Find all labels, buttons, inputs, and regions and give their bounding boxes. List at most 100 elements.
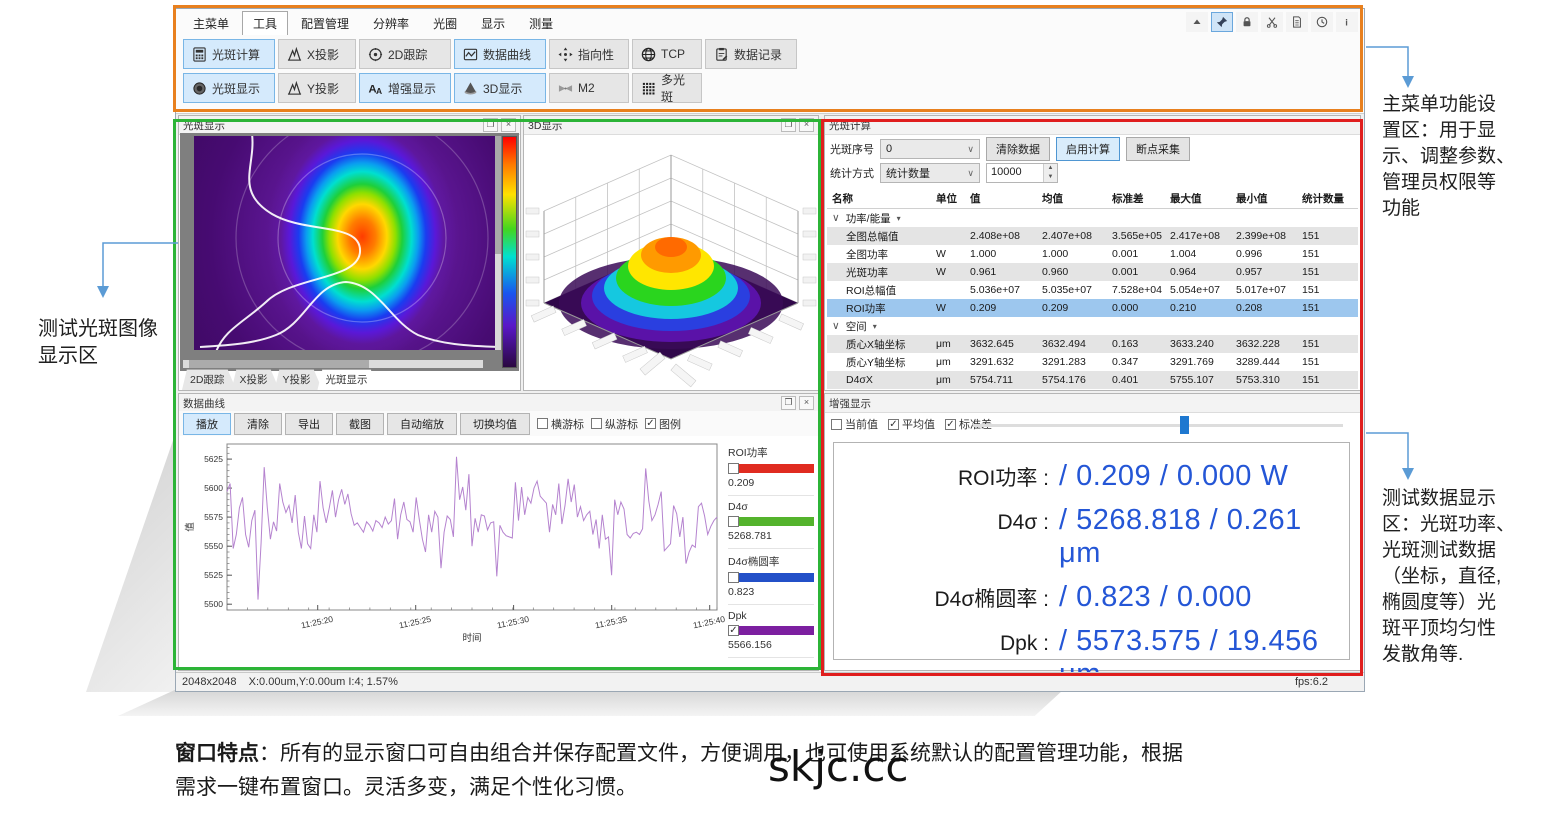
filter-icon[interactable]: ▾ bbox=[897, 214, 901, 223]
window-control-icons: i bbox=[1186, 12, 1358, 32]
menu-tab-工具[interactable]: 工具 bbox=[242, 11, 288, 36]
menu-tab-主菜单[interactable]: 主菜单 bbox=[182, 11, 240, 36]
toolbar-button-多光斑[interactable]: 多光斑 bbox=[632, 73, 702, 103]
toolbar-button-X投影[interactable]: X投影 bbox=[278, 39, 356, 69]
beam-image[interactable] bbox=[194, 136, 500, 350]
table-row-ROI功率[interactable]: ROI功率W0.2090.2090.0000.2100.208151 bbox=[827, 299, 1358, 317]
close-icon[interactable]: × bbox=[799, 118, 814, 132]
menu-tab-配置管理[interactable]: 配置管理 bbox=[290, 11, 360, 36]
info-button[interactable]: i bbox=[1336, 12, 1358, 32]
spot-seq-combobox[interactable]: 0∨ bbox=[880, 139, 980, 159]
menu-tab-strip: 主菜单工具配置管理分辨率光圈显示测量 bbox=[182, 11, 564, 36]
table-row-ROI总幅值[interactable]: ROI总幅值5.036e+075.035e+077.528e+045.054e+… bbox=[827, 281, 1358, 299]
enhanced-checkbox-当前值[interactable]: 当前值 bbox=[831, 416, 878, 432]
filter-icon[interactable]: ▾ bbox=[873, 322, 877, 331]
calc-button-断点采集[interactable]: 断点采集 bbox=[1126, 137, 1190, 161]
legend-color-bar bbox=[739, 464, 814, 473]
drop-shadow-bottom bbox=[118, 690, 1063, 716]
table-row-全图功率[interactable]: 全图功率W1.0001.0000.0011.0040.996151 bbox=[827, 245, 1358, 263]
curve-button-播放[interactable]: 播放 bbox=[183, 413, 231, 435]
toolbar-button-数据记录[interactable]: 数据记录 bbox=[705, 39, 797, 69]
restore-icon[interactable]: ❐ bbox=[781, 118, 796, 132]
checkbox-横游标[interactable] bbox=[537, 418, 548, 429]
menu-bar: 主菜单工具配置管理分辨率光圈显示测量 i bbox=[176, 9, 1364, 36]
horizontal-scrollbar[interactable] bbox=[183, 360, 483, 368]
toolbar-button-指向性[interactable]: 指向性 bbox=[549, 39, 629, 69]
restore-icon[interactable]: ❐ bbox=[483, 118, 498, 132]
cut-button[interactable] bbox=[1261, 12, 1283, 32]
curve-button-自动缩放[interactable]: 自动缩放 bbox=[387, 413, 457, 435]
toolbar-button-M2[interactable]: M2 bbox=[549, 73, 629, 103]
spot-calc-panel: 光斑计算 光斑序号 0∨ 清除数据启用计算断点采集 统计方式 统计数量∨ 100… bbox=[824, 115, 1361, 391]
menu-tab-分辨率[interactable]: 分辨率 bbox=[362, 11, 420, 36]
legend-checkbox-ROI功率[interactable] bbox=[728, 463, 739, 474]
checkbox-纵游标[interactable] bbox=[591, 418, 602, 429]
toolbar-button-增强显示[interactable]: AA增强显示 bbox=[359, 73, 451, 103]
curve-checkbox-纵游标[interactable]: 纵游标 bbox=[591, 416, 638, 432]
lock-button[interactable] bbox=[1236, 12, 1258, 32]
table-row-质心Y轴坐标[interactable]: 质心Y轴坐标μm3291.6323291.2830.3473291.769328… bbox=[827, 353, 1358, 371]
toolbar-button-光斑计算[interactable]: 光斑计算 bbox=[183, 39, 275, 69]
collapse-button[interactable] bbox=[1186, 12, 1208, 32]
toolbar-row-1: 光斑计算X投影2D跟踪数据曲线指向性TCP数据记录 bbox=[176, 39, 1364, 69]
spot-tab-Y投影[interactable]: Y投影 bbox=[274, 369, 322, 390]
toolbar-button-数据曲线[interactable]: 数据曲线 bbox=[454, 39, 546, 69]
svg-text:11:25:40: 11:25:40 bbox=[692, 614, 725, 631]
toolbar-button-光斑显示[interactable]: 光斑显示 bbox=[183, 73, 275, 103]
app-window: 主菜单工具配置管理分辨率光圈显示测量 i 光斑计算X投影2D跟踪数据曲线指向性T… bbox=[175, 8, 1365, 692]
table-row-光斑功率[interactable]: 光斑功率W0.9610.9600.0010.9640.957151 bbox=[827, 263, 1358, 281]
menu-tab-显示[interactable]: 显示 bbox=[470, 11, 516, 36]
threed-surface-plot[interactable] bbox=[524, 133, 818, 389]
checkbox-当前值[interactable] bbox=[831, 419, 842, 430]
font-size-slider[interactable] bbox=[973, 424, 1343, 427]
table-group-空间[interactable]: ∨空间▾ bbox=[827, 317, 1358, 335]
table-row-D4σX[interactable]: D4σXμm5754.7115754.1760.4015755.1075753.… bbox=[827, 371, 1358, 389]
curve-button-截图[interactable]: 截图 bbox=[336, 413, 384, 435]
spot-calc-titlebar: 光斑计算 bbox=[825, 116, 1360, 135]
table-row-全图总幅值[interactable]: 全图总幅值2.408e+082.407e+083.565e+052.417e+0… bbox=[827, 227, 1358, 245]
toolbar-button-3D显示[interactable]: 3D显示 bbox=[454, 73, 546, 103]
close-icon[interactable]: × bbox=[799, 396, 814, 410]
spin-up-icon[interactable]: ▲ bbox=[1044, 164, 1057, 173]
svg-text:11:25:30: 11:25:30 bbox=[496, 614, 530, 631]
calc-button-清除数据[interactable]: 清除数据 bbox=[986, 137, 1050, 161]
spot-display-panel: 光斑显示 ❐ × 2D跟踪X投影 bbox=[178, 115, 521, 391]
slider-handle[interactable] bbox=[1180, 416, 1189, 434]
pin-button[interactable] bbox=[1211, 12, 1233, 32]
file-button[interactable] bbox=[1286, 12, 1308, 32]
data-curve-icon bbox=[463, 47, 478, 62]
curve-checkbox-横游标[interactable]: 横游标 bbox=[537, 416, 584, 432]
calc-button-启用计算[interactable]: 启用计算 bbox=[1056, 137, 1120, 161]
vertical-scrollbar[interactable] bbox=[495, 136, 501, 350]
curve-button-导出[interactable]: 导出 bbox=[285, 413, 333, 435]
toolbar-button-Y投影[interactable]: Y投影 bbox=[278, 73, 356, 103]
spot-tab-2D跟踪[interactable]: 2D跟踪 bbox=[182, 369, 236, 390]
data-curve-chart[interactable]: 55005525555055755600562511:25:2011:25:25… bbox=[181, 438, 725, 650]
table-group-功率/能量[interactable]: ∨功率/能量▾ bbox=[827, 209, 1358, 227]
curve-button-清除[interactable]: 清除 bbox=[234, 413, 282, 435]
spot-tab-X投影[interactable]: X投影 bbox=[231, 369, 279, 390]
legend-checkbox-D4σ[interactable] bbox=[728, 516, 739, 527]
legend-checkbox-D4σ椭圆率[interactable] bbox=[728, 572, 739, 583]
stat-mode-combobox[interactable]: 统计数量∨ bbox=[880, 163, 980, 183]
toolbar-button-2D跟踪[interactable]: 2D跟踪 bbox=[359, 39, 451, 69]
toolbar-button-TCP[interactable]: TCP bbox=[632, 39, 702, 69]
stat-count-spinner[interactable]: 10000 ▲▼ bbox=[986, 163, 1058, 183]
table-row-质心X轴坐标[interactable]: 质心X轴坐标μm3632.6453632.4940.1633633.240363… bbox=[827, 335, 1358, 353]
spot-tab-光斑显示[interactable]: 光斑显示 bbox=[317, 369, 379, 390]
status-fps: fps:6.2 bbox=[1295, 676, 1328, 688]
curve-button-切换均值[interactable]: 切换均值 bbox=[460, 413, 530, 435]
enhanced-checkbox-平均值[interactable]: ✓平均值 bbox=[888, 416, 935, 432]
history-button[interactable] bbox=[1311, 12, 1333, 32]
checkbox-平均值[interactable]: ✓ bbox=[888, 419, 899, 430]
legend-checkbox-Dpk[interactable]: ✓ bbox=[728, 625, 739, 636]
menu-tab-光圈[interactable]: 光圈 bbox=[422, 11, 468, 36]
close-icon[interactable]: × bbox=[501, 118, 516, 132]
spin-down-icon[interactable]: ▼ bbox=[1044, 173, 1057, 182]
restore-icon[interactable]: ❐ bbox=[781, 396, 796, 410]
checkbox-图例[interactable]: ✓ bbox=[645, 418, 656, 429]
checkbox-标准差[interactable]: ✓ bbox=[945, 419, 956, 430]
menu-tab-测量[interactable]: 测量 bbox=[518, 11, 564, 36]
curve-checkbox-图例[interactable]: ✓图例 bbox=[645, 416, 681, 432]
legend-color-bar bbox=[739, 573, 814, 582]
